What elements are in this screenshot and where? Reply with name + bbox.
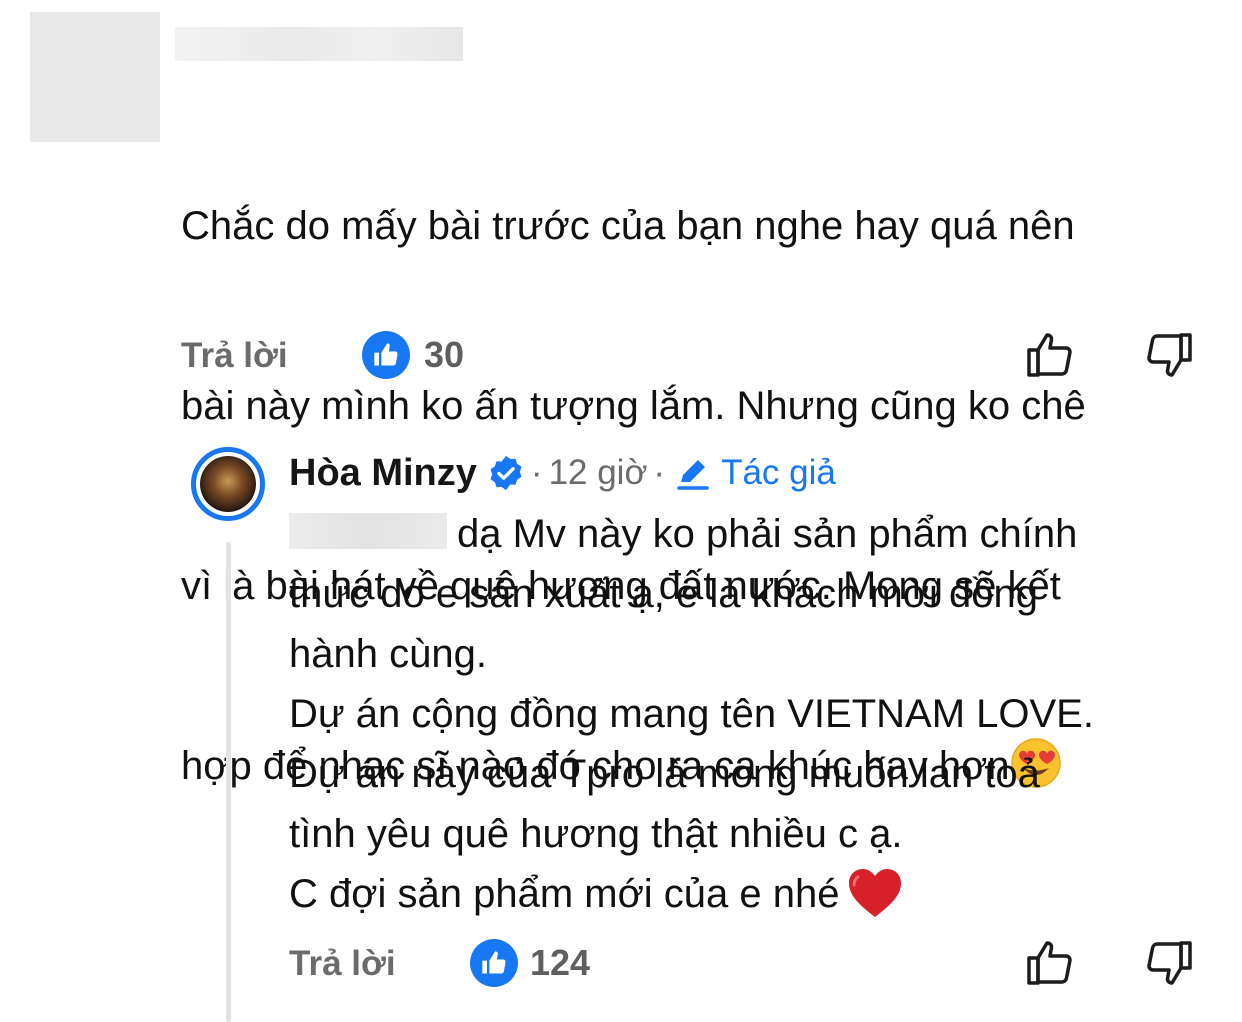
separator-dot: · xyxy=(653,453,666,492)
reply-line-text: dạ Mv này ko phải sản phẩm chính xyxy=(457,512,1078,556)
reply-button[interactable]: Trả lời xyxy=(289,944,396,984)
like-reaction-icon xyxy=(470,939,518,987)
reply-body: dạ Mv này ko phải sản phẩm chính thức do… xyxy=(289,504,1219,924)
thumbs-down-icon[interactable] xyxy=(1143,330,1195,382)
author-tag-label: Tác giả xyxy=(721,453,836,492)
reply-line: thức do e sản xuất ạ, e là khách mời đồn… xyxy=(289,572,1039,616)
reply-button[interactable]: Trả lời xyxy=(181,336,288,376)
reply-header: Hòa Minzy · 12 giờ · Tác giả xyxy=(289,446,836,500)
separator-dot: · xyxy=(530,453,543,492)
verified-badge-icon xyxy=(490,455,522,491)
comment-line: bài này mình ko ấn tượng lắm. Nhưng cũng… xyxy=(181,384,1086,428)
author-tag: Tác giả xyxy=(675,453,836,493)
like-count: 124 xyxy=(530,942,591,983)
author-avatar[interactable] xyxy=(191,447,265,521)
author-name[interactable]: Hòa Minzy xyxy=(289,452,477,495)
comment-thread: Chắc do mấy bài trước của bạn nghe hay q… xyxy=(0,0,1242,1022)
pencil-icon xyxy=(677,460,709,490)
like-count: 30 xyxy=(424,334,465,375)
reply-line: Dự án này của Tpro là mong muốn lan toả xyxy=(289,752,1040,796)
mention-blurred[interactable] xyxy=(289,513,447,549)
thread-line xyxy=(226,542,231,1022)
comment-actions: Trả lời xyxy=(181,331,288,381)
red-heart-emoji-icon xyxy=(848,869,901,917)
comment-line: Chắc do mấy bài trước của bạn nghe hay q… xyxy=(181,204,1075,248)
like-reaction-icon xyxy=(362,331,410,379)
reply-timestamp: 12 giờ xyxy=(548,453,648,492)
thumbs-up-icon[interactable] xyxy=(1024,936,1076,988)
reply-actions: Trả lời xyxy=(289,939,396,989)
reply-line: hành cùng. xyxy=(289,632,487,676)
reply-line: Dự án cộng đồng mang tên VIETNAM LOVE. xyxy=(289,692,1094,736)
reply-line: tình yêu quê hương thật nhiều c ạ. xyxy=(289,812,903,856)
thumbs-up-icon xyxy=(374,343,398,366)
reply-line: C đợi sản phẩm mới của e nhé xyxy=(289,864,1219,924)
commenter-name-blurred[interactable] xyxy=(175,27,463,61)
commenter-avatar-blurred[interactable] xyxy=(30,12,160,142)
thumbs-up-icon xyxy=(482,951,506,974)
thumbs-up-icon[interactable] xyxy=(1024,328,1076,380)
comment-reactions[interactable]: 30 xyxy=(362,330,464,380)
reply-line: dạ Mv này ko phải sản phẩm chính xyxy=(289,504,1219,564)
thumbs-down-icon[interactable] xyxy=(1143,938,1195,990)
reply-line-text: C đợi sản phẩm mới của e nhé xyxy=(289,872,840,916)
author-avatar-image xyxy=(200,456,256,512)
reply-reactions[interactable]: 124 xyxy=(470,938,590,988)
